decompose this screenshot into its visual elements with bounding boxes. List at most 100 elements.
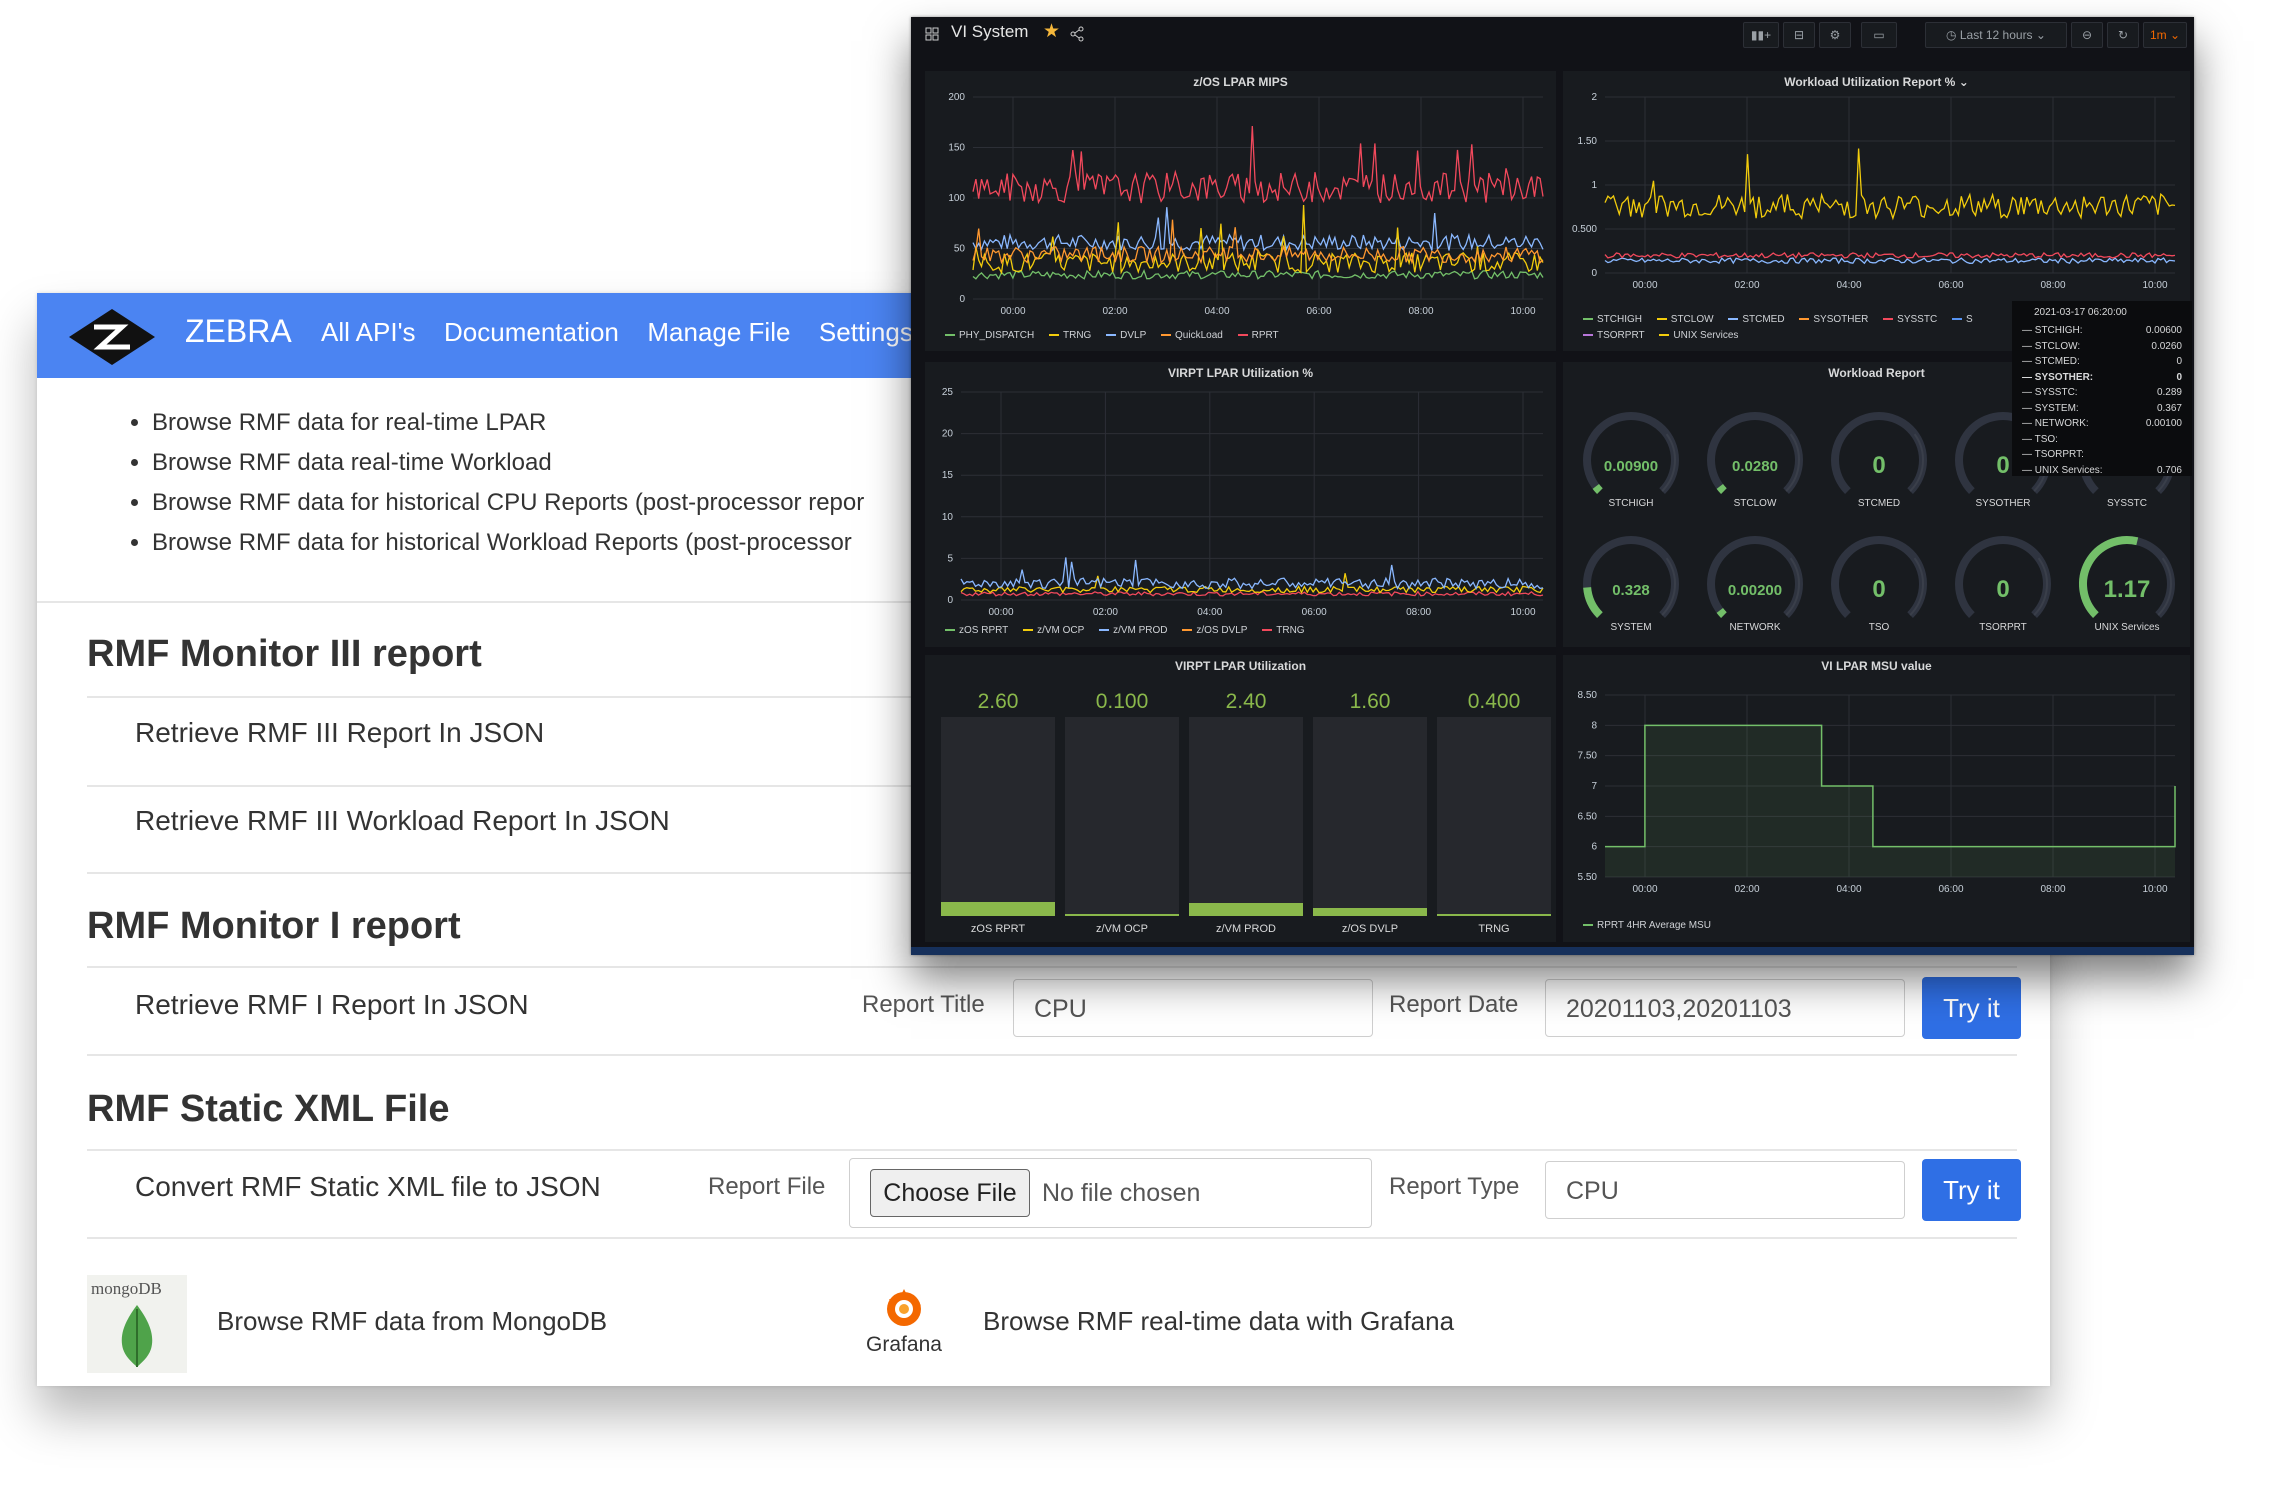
- y-tick-label: 10: [942, 512, 954, 523]
- panel-virpt-utilization[interactable]: VIRPT LPAR Utilization 2.60 zOS RPRT 0.100…: [925, 655, 1556, 942]
- nav-manage-file[interactable]: Manage File: [647, 317, 790, 348]
- refresh-icon[interactable]: ↻: [2107, 22, 2139, 48]
- star-icon[interactable]: ★: [1043, 20, 1060, 43]
- report-date-label: Report Date: [1389, 991, 1519, 1018]
- bar-fill: [1065, 914, 1179, 916]
- x-tick-label: 04:00: [1836, 280, 1861, 291]
- legend-item: RPRT 4HR Average MSU: [1583, 920, 1711, 931]
- brand[interactable]: ZEBRA: [185, 313, 292, 350]
- x-tick-label: 00:00: [1632, 884, 1657, 895]
- gauge-value: 1.17: [2103, 576, 2151, 603]
- series-stcmed: [1604, 257, 2176, 265]
- bar-value: 0.100: [1095, 690, 1149, 713]
- tooltip-value: 0.706: [2156, 464, 2182, 476]
- add-panel-icon[interactable]: ▮▮+: [1743, 22, 1779, 48]
- panel-title: VIRPT LPAR Utilization: [1174, 659, 1307, 673]
- row-rmf-iii-report[interactable]: Retrieve RMF III Report In JSON: [135, 717, 544, 749]
- y-tick-label: 6.50: [1578, 811, 1598, 822]
- tooltip-key: — UNIX Services:: [2022, 464, 2103, 476]
- y-tick-label: 150: [948, 143, 965, 154]
- refresh-interval-picker[interactable]: 1m ⌄: [2143, 22, 2187, 48]
- mongodb-logo[interactable]: mongoDB: [87, 1275, 187, 1373]
- report-file-input[interactable]: Choose File No file chosen: [849, 1158, 1372, 1228]
- panel-virpt-utilization-pct[interactable]: VIRPT LPAR Utilization % 25 20 15 10 5 0 00:00…: [925, 362, 1556, 647]
- no-file-text: No file chosen: [1042, 1179, 1201, 1207]
- grafana-logo-icon: [887, 1289, 921, 1326]
- gauge-system: 0.328 SYSTEM: [1571, 526, 1691, 646]
- nav-settings[interactable]: Settings: [819, 317, 913, 348]
- save-icon[interactable]: ⊟: [1783, 22, 1815, 48]
- y-tick-label: 8: [1591, 720, 1597, 731]
- tooltip-key: — SYSOTHER:: [2022, 371, 2094, 383]
- dashboard-title[interactable]: VI System: [951, 22, 1028, 42]
- zebra-logo-icon[interactable]: [67, 307, 157, 367]
- browse-grafana-link[interactable]: Browse RMF real-time data with Grafana: [983, 1306, 1454, 1337]
- nav-documentation[interactable]: Documentation: [444, 317, 619, 348]
- settings-gear-icon[interactable]: ⚙: [1819, 22, 1851, 48]
- gauge-track: [1583, 536, 1679, 618]
- gauge-tso: 0 TSO: [1819, 526, 1939, 646]
- gauge-label: SYSOTHER: [1975, 498, 2031, 509]
- legend-item: z/OS DVLP: [1182, 625, 1247, 636]
- virpt-utilization-chart: 25 20 15 10 5 0 00:00 02:00 04:00 06:00 08:00 10:00: [942, 387, 1544, 618]
- tooltip-key: — TSO:: [2022, 433, 2058, 445]
- apps-grid-icon[interactable]: [925, 27, 939, 41]
- y-tick-label: 6: [1591, 842, 1597, 853]
- gauge-value: 0: [1996, 576, 2010, 603]
- legend-item: STCMED: [1728, 314, 1785, 325]
- panel-zos-lpar-mips[interactable]: z/OS LPAR MIPS 200 150 100 50 0 00:00 02:00 04:…: [925, 71, 1556, 351]
- series-phy-dispatch: [972, 269, 1544, 281]
- nav-all-apis[interactable]: All API's: [321, 317, 416, 348]
- zoom-out-icon[interactable]: ⊖: [2071, 22, 2103, 48]
- share-icon[interactable]: [1069, 26, 1085, 42]
- gauge-fill: [1716, 607, 1727, 618]
- bar-cell: [1313, 717, 1427, 916]
- gauge-label: SYSTEM: [1610, 622, 1652, 633]
- legend-item: UNIX Services: [1659, 330, 1738, 341]
- gauge-arc: [2079, 536, 2175, 618]
- y-tick-label: 7.50: [1578, 751, 1598, 762]
- tv-mode-icon[interactable]: ▭: [1861, 22, 1897, 48]
- choose-file-button[interactable]: Choose File: [870, 1169, 1030, 1217]
- gauge-arc: [1583, 412, 1679, 494]
- x-tick-label: 08:00: [1406, 607, 1431, 618]
- series-rprt: [972, 125, 1544, 205]
- bullet-item[interactable]: Browse RMF data real-time Workload: [152, 443, 864, 483]
- grafana-logo[interactable]: Grafana: [859, 1285, 949, 1365]
- report-title-input[interactable]: CPU: [1013, 979, 1373, 1037]
- legend-item: SYSSTC: [1883, 314, 1937, 325]
- legend-item: RPRT: [1237, 330, 1279, 341]
- tooltip-time: 2021-03-17 06:20:00: [2034, 307, 2127, 318]
- legend: RPRT 4HR Average MSU: [1583, 920, 1723, 931]
- bullet-item[interactable]: Browse RMF data for historical Workload …: [152, 523, 864, 563]
- mongodb-leaf-icon: [121, 1305, 153, 1367]
- report-date-input[interactable]: 20201103,20201103: [1545, 979, 1905, 1037]
- legend: PHY_DISPATCH TRNG DVLP QuickLoad RPRT: [945, 330, 1291, 341]
- x-tick-label: 02:00: [1734, 884, 1759, 895]
- series-trng: [972, 204, 1544, 275]
- gauge-value: 0: [1872, 452, 1886, 479]
- gauge-track: [1707, 412, 1803, 494]
- panel-msu-value[interactable]: VI LPAR MSU value 8.50 8 7.50 7 6.50 6 5.50 00:…: [1563, 655, 2190, 942]
- report-type-input[interactable]: CPU: [1545, 1161, 1905, 1219]
- time-range-picker[interactable]: ◷ Last 12 hours ⌄: [1925, 22, 2067, 48]
- heading-monitor-iii: RMF Monitor III report: [87, 633, 482, 675]
- tooltip-key: — SYSSTC:: [2022, 387, 2078, 398]
- tooltip-key: — STCMED:: [2022, 356, 2080, 367]
- row-rmf-iii-workload[interactable]: Retrieve RMF III Workload Report In JSON: [135, 805, 670, 837]
- legend-item: TRNG: [1262, 625, 1305, 636]
- x-tick-label: 10:00: [1510, 607, 1535, 618]
- try-it-button[interactable]: Try it: [1922, 1159, 2021, 1221]
- divider: [87, 1149, 2017, 1151]
- bar-fill: [1313, 908, 1427, 916]
- x-tick-label: 02:00: [1102, 306, 1127, 317]
- bullet-item[interactable]: Browse RMF data for historical CPU Repor…: [152, 483, 864, 523]
- bullet-item[interactable]: Browse RMF data for real-time LPAR: [152, 403, 864, 443]
- series-trng: [960, 590, 1544, 597]
- y-tick-label: 50: [954, 244, 966, 255]
- bar-value: 2.40: [1225, 690, 1267, 713]
- mongodb-logo-text: mongoDB: [91, 1279, 162, 1298]
- browse-mongodb-link[interactable]: Browse RMF data from MongoDB: [217, 1306, 607, 1337]
- try-it-button[interactable]: Try it: [1922, 977, 2021, 1039]
- legend-item: QuickLoad: [1161, 330, 1223, 341]
